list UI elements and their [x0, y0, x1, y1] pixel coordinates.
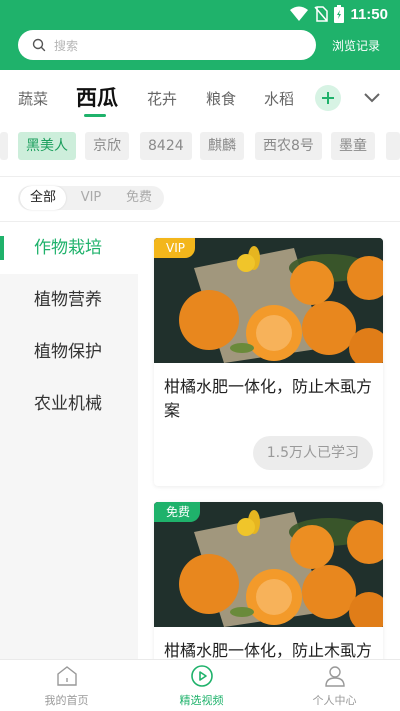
- video-thumbnail[interactable]: 免费: [154, 502, 383, 627]
- browse-history-link[interactable]: 浏览记录: [332, 37, 380, 54]
- sidebar-item-cultivation[interactable]: 作物栽培: [0, 222, 138, 274]
- chip-variety[interactable]: 8424: [140, 132, 192, 160]
- play-circle-icon: [190, 665, 213, 687]
- search-icon: [32, 38, 46, 52]
- chip-variety[interactable]: 西农8号: [255, 132, 322, 160]
- home-icon: [56, 666, 77, 686]
- plus-icon: [322, 92, 334, 104]
- status-bar: 11:50: [0, 0, 400, 28]
- chip-partial-left[interactable]: [0, 132, 8, 160]
- free-badge: 免费: [154, 502, 201, 522]
- learner-count: 1.5万人已学习: [252, 436, 373, 470]
- chevron-down-icon: [364, 93, 380, 103]
- nav-home[interactable]: 我的首页: [0, 664, 133, 710]
- add-category-button[interactable]: [315, 85, 341, 111]
- access-filter: 全部 VIP 免费: [18, 186, 164, 210]
- divider: [0, 176, 400, 177]
- video-title: 柑橘水肥一体化，防止木虱方案: [164, 641, 373, 659]
- bottom-nav: 我的首页 精选视频 个人中心: [0, 659, 400, 711]
- video-card[interactable]: VIP 柑橘水肥一体化，防止木虱方案 1.5万人已学习: [154, 238, 383, 486]
- nav-label: 我的首页: [44, 694, 89, 707]
- video-card[interactable]: 免费 柑橘水肥一体化，防止木虱方案: [154, 502, 383, 659]
- search-input[interactable]: 搜索: [18, 30, 316, 60]
- search-placeholder: 搜索: [54, 38, 79, 53]
- sidebar-item-label: 农业机械: [34, 394, 102, 414]
- sidebar-item-machinery[interactable]: 农业机械: [0, 378, 138, 430]
- tab-rice[interactable]: 水稻: [264, 88, 294, 109]
- chip-variety[interactable]: 京欣: [85, 132, 129, 160]
- no-sim-icon: [314, 6, 329, 22]
- chip-partial-right[interactable]: [386, 132, 400, 160]
- tab-vegetables[interactable]: 蔬菜: [18, 88, 48, 109]
- sidebar-item-label: 作物栽培: [34, 238, 102, 258]
- video-list: VIP 柑橘水肥一体化，防止木虱方案 1.5万人已学习 免费 柑橘水肥一体化，防…: [138, 222, 400, 659]
- app-header: 11:50 搜索 浏览记录: [0, 0, 400, 70]
- video-title: 柑橘水肥一体化，防止木虱方案: [164, 377, 373, 420]
- video-thumbnail[interactable]: VIP: [154, 238, 383, 363]
- sidebar-item-nutrition[interactable]: 植物营养: [0, 274, 138, 326]
- nav-featured-videos[interactable]: 精选视频: [135, 664, 268, 710]
- variety-chips: 黑美人 京欣 8424 麒麟 西农8号 墨童: [0, 132, 400, 162]
- sidebar-item-protection[interactable]: 植物保护: [0, 326, 138, 378]
- nav-label: 个人中心: [312, 694, 357, 707]
- topic-sidebar: 作物栽培 植物营养 植物保护 农业机械: [0, 222, 138, 659]
- tab-flowers[interactable]: 花卉: [147, 88, 177, 109]
- vip-badge: VIP: [154, 238, 195, 258]
- nav-label: 精选视频: [179, 694, 224, 707]
- sidebar-item-label: 植物保护: [34, 342, 102, 362]
- expand-categories-button[interactable]: [360, 87, 384, 109]
- active-tab-underline: [84, 114, 106, 117]
- tab-watermelon[interactable]: 西瓜: [76, 82, 118, 112]
- chip-variety[interactable]: 黑美人: [18, 132, 76, 160]
- filter-vip[interactable]: VIP: [68, 186, 114, 210]
- person-icon: [324, 666, 345, 687]
- active-indicator: [0, 236, 4, 260]
- battery-icon: [334, 5, 345, 23]
- wifi-icon: [290, 6, 309, 21]
- tab-grain[interactable]: 粮食: [206, 88, 236, 109]
- chip-variety[interactable]: 墨童: [331, 132, 375, 160]
- filter-free[interactable]: 免费: [116, 186, 162, 210]
- nav-profile[interactable]: 个人中心: [268, 664, 400, 710]
- chip-variety[interactable]: 麒麟: [200, 132, 244, 160]
- sidebar-item-label: 植物营养: [34, 290, 102, 310]
- status-icons: 11:50: [290, 4, 388, 24]
- filter-all[interactable]: 全部: [20, 186, 66, 210]
- status-time: 11:50: [350, 5, 388, 23]
